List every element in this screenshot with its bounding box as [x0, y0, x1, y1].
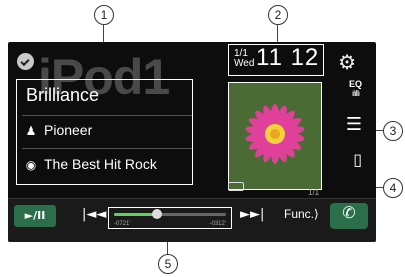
album-name: The Best Hit Rock — [44, 156, 157, 172]
disc-icon: ◉ — [25, 158, 37, 172]
callout-3: 3 — [383, 121, 403, 141]
callout-1: 1 — [94, 5, 114, 25]
callout-2: 2 — [268, 5, 288, 25]
divider — [22, 148, 192, 149]
checkmark-circle-icon[interactable] — [17, 53, 34, 70]
play-pause-button[interactable]: ►/II — [14, 205, 56, 227]
previous-track-button[interactable]: |◄◄ — [82, 207, 106, 222]
gear-icon[interactable]: ⚙ — [338, 50, 356, 74]
clock-date: 1/1 Wed — [234, 49, 254, 69]
eq-bars-icon: ılıllı — [351, 89, 360, 98]
album-row: ◉ The Best Hit Rock — [24, 156, 157, 172]
list-icon[interactable]: ☰ — [346, 114, 362, 135]
callout-2-leader — [277, 24, 278, 44]
clock: 1/1 Wed 11 12 — [228, 44, 324, 76]
progress-fill — [114, 213, 157, 216]
control-bar: ►/II |◄◄ -0721' -0312' ►►| Func.⟩ ✆ — [8, 198, 376, 242]
player-screen: iPod1 Brilliance ♟ Pioneer ◉ The Best Hit … — [8, 42, 376, 242]
artwork-toggle-button[interactable] — [228, 182, 244, 191]
eq-label: EQ — [348, 79, 362, 89]
divider — [22, 115, 192, 116]
elapsed-time: -0721' — [114, 221, 131, 227]
progress-bar[interactable]: -0721' -0312' — [108, 207, 232, 229]
album-artwork — [228, 82, 322, 190]
track-title: Brilliance — [26, 85, 100, 105]
phone-icon[interactable]: ▯ — [353, 150, 362, 169]
track-counter: 1/1 — [308, 188, 320, 197]
progress-knob[interactable] — [151, 209, 162, 219]
function-button[interactable]: Func.⟩ — [284, 207, 319, 221]
person-icon: ♟ — [25, 124, 37, 138]
phone-call-button[interactable]: ✆ — [330, 203, 368, 229]
next-track-button[interactable]: ►►| — [240, 207, 264, 222]
remaining-time: -0312' — [209, 221, 227, 227]
clock-weekday: Wed — [234, 58, 255, 69]
eq-button[interactable]: EQ ılıllı — [349, 79, 362, 98]
track-info-panel: Brilliance ♟ Pioneer ◉ The Best Hit Rock — [16, 79, 193, 191]
clock-time: 11 12 — [256, 44, 320, 71]
progress-track — [114, 209, 226, 219]
callout-4: 4 — [383, 178, 403, 198]
callout-5: 5 — [158, 254, 178, 274]
artist-name: Pioneer — [44, 122, 93, 138]
artwork-highlight — [228, 82, 322, 190]
artist-row: ♟ Pioneer — [24, 122, 93, 138]
